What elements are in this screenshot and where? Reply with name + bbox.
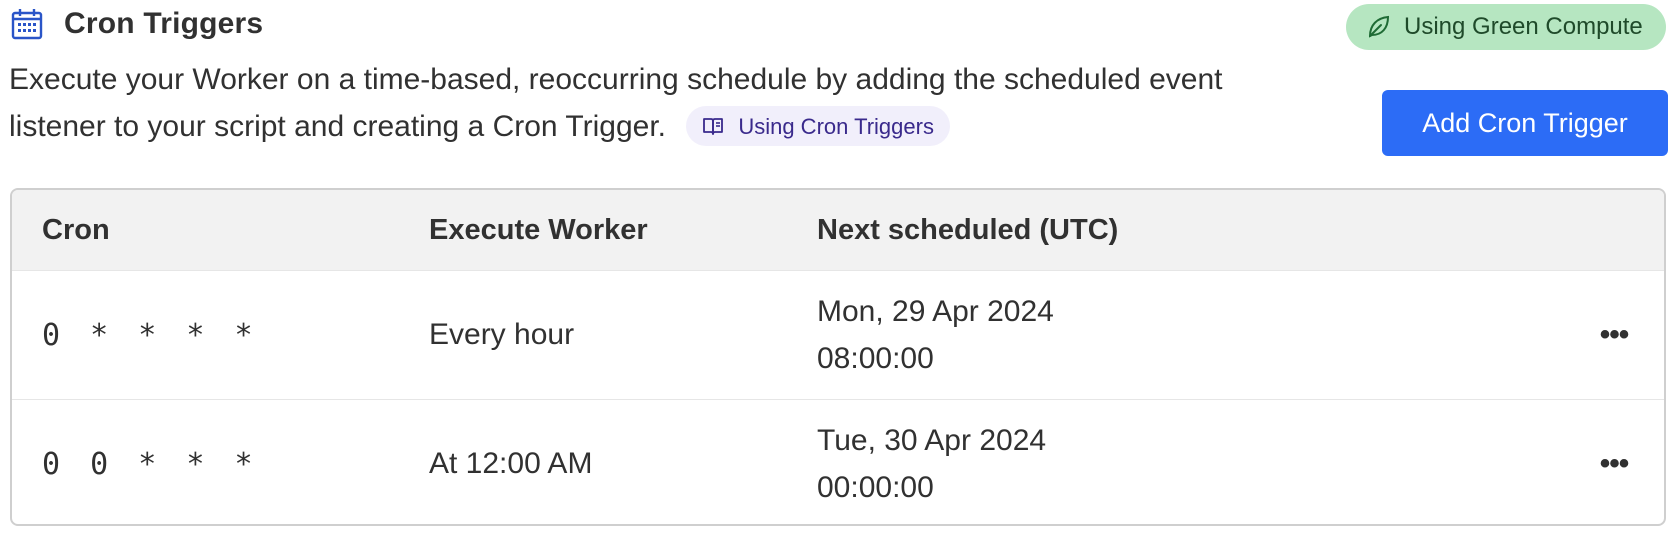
- section-description: Execute your Worker on a time-based, reo…: [9, 56, 1269, 150]
- docs-link[interactable]: Using Cron Triggers: [686, 106, 950, 147]
- next-scheduled-time: 00:00:00: [817, 471, 934, 504]
- book-icon: [702, 115, 724, 137]
- calendar-icon: [10, 7, 44, 41]
- column-header-execute-worker: Execute Worker: [429, 214, 648, 246]
- page-title: Cron Triggers: [64, 7, 264, 40]
- execute-schedule: Every hour: [429, 318, 575, 351]
- next-scheduled: Mon, 29 Apr 2024 08:00:00: [817, 271, 1054, 399]
- green-compute-label: Using Green Compute: [1404, 13, 1643, 40]
- column-header-cron: Cron: [42, 214, 110, 246]
- next-scheduled: Tue, 30 Apr 2024 00:00:00: [817, 400, 1047, 524]
- cron-expression: 0 * * * *: [42, 317, 259, 353]
- table-row: 0 * * * * Every hour Mon, 29 Apr 2024 08…: [12, 271, 1664, 400]
- row-actions-menu-icon[interactable]: •••: [1590, 315, 1638, 355]
- docs-link-label: Using Cron Triggers: [738, 113, 934, 139]
- table-header: Cron Execute Worker Next scheduled (UTC): [12, 190, 1664, 271]
- row-actions-menu-icon[interactable]: •••: [1590, 444, 1638, 484]
- section-header: Cron Triggers: [10, 4, 263, 44]
- next-scheduled-time: 08:00:00: [817, 342, 934, 375]
- next-scheduled-date: Mon, 29 Apr 2024: [817, 295, 1054, 328]
- leaf-icon: [1366, 14, 1392, 40]
- execute-schedule: At 12:00 AM: [429, 447, 593, 480]
- cron-expression: 0 0 * * *: [42, 446, 259, 482]
- green-compute-badge[interactable]: Using Green Compute: [1346, 4, 1666, 50]
- table-row: 0 0 * * * At 12:00 AM Tue, 30 Apr 2024 0…: [12, 400, 1664, 524]
- add-cron-trigger-button[interactable]: Add Cron Trigger: [1382, 90, 1668, 156]
- cron-triggers-table: Cron Execute Worker Next scheduled (UTC)…: [10, 188, 1666, 526]
- column-header-next-scheduled: Next scheduled (UTC): [817, 214, 1119, 246]
- next-scheduled-date: Tue, 30 Apr 2024: [817, 424, 1047, 457]
- description-text: Execute your Worker on a time-based, reo…: [9, 63, 1223, 143]
